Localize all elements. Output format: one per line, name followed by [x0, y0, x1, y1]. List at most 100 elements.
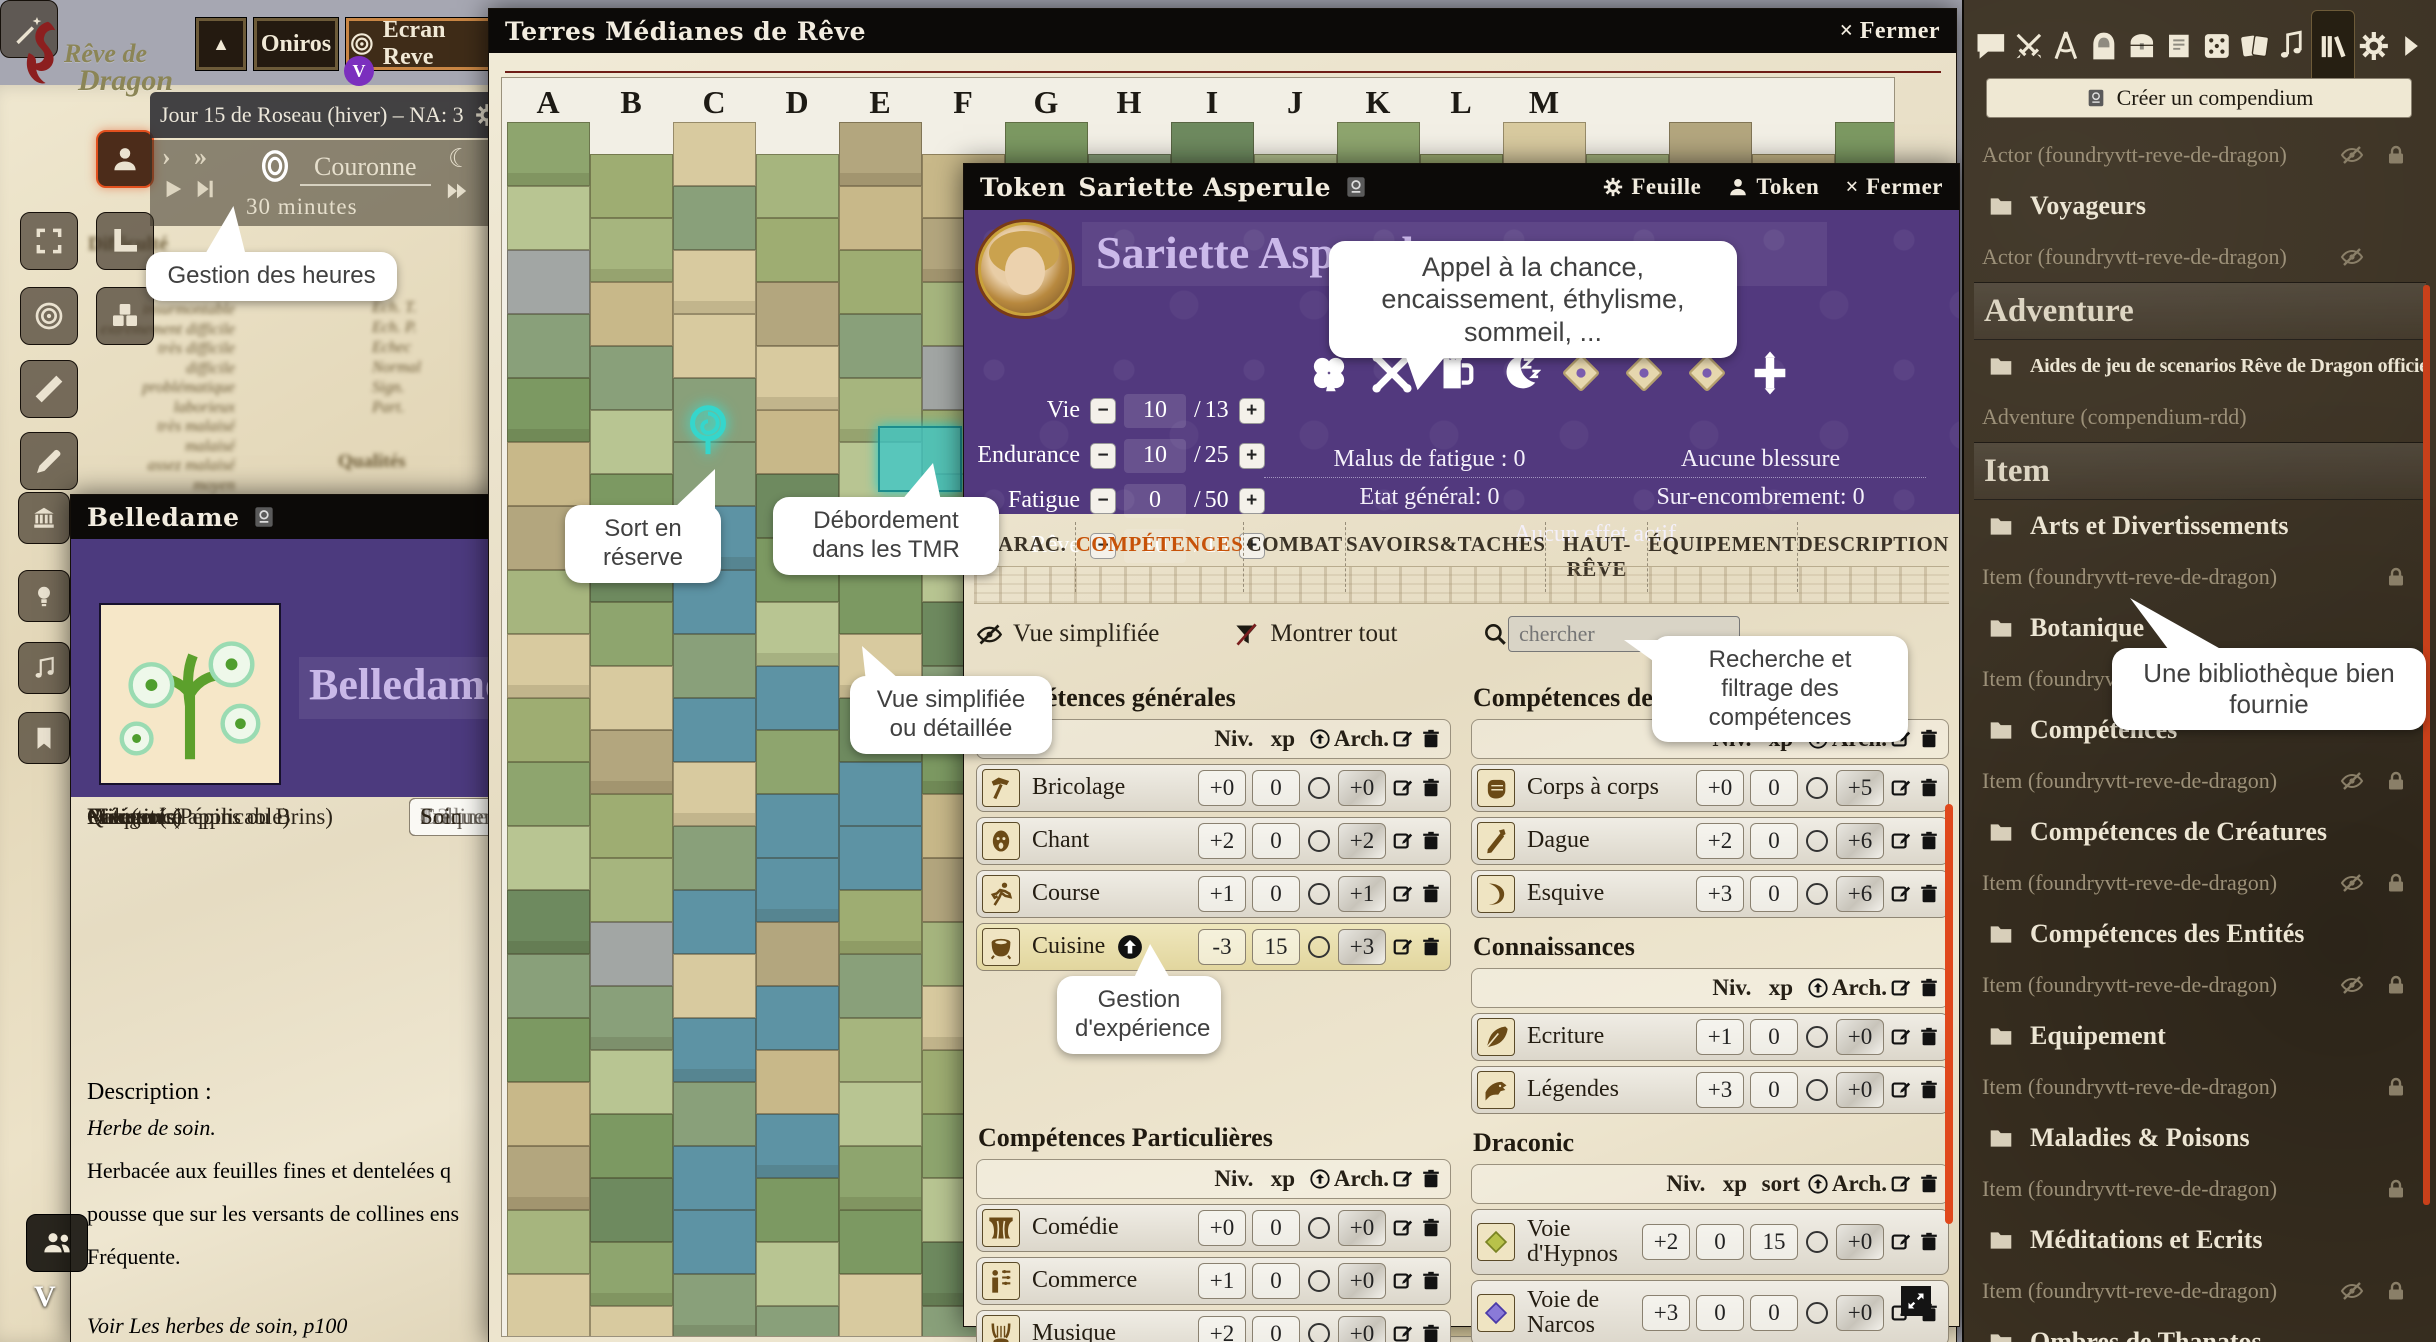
map-tile[interactable] — [590, 154, 673, 218]
map-tile[interactable] — [756, 1306, 839, 1337]
map-tile[interactable] — [756, 282, 839, 346]
stat-current-value[interactable]: 0 — [1124, 484, 1186, 518]
eye-slash-icon[interactable] — [2340, 769, 2364, 793]
xp-up-icon[interactable] — [1117, 934, 1143, 960]
map-tile[interactable] — [756, 858, 839, 922]
map-tile[interactable] — [756, 1242, 839, 1306]
skill-row[interactable]: Musique +2 0 +0 — [976, 1310, 1451, 1342]
map-tile[interactable] — [590, 218, 673, 282]
trash-icon[interactable] — [1918, 1173, 1940, 1195]
skill-row[interactable]: Voie de Narcos +3 0 0 +0 — [1471, 1280, 1949, 1342]
skill-xp-input[interactable]: 0 — [1252, 770, 1300, 806]
skill-row[interactable]: Dague +2 0 +6 — [1471, 817, 1949, 865]
skill-xp-input[interactable]: 0 — [1750, 876, 1798, 912]
trash-icon[interactable] — [1420, 830, 1442, 852]
edit-icon[interactable] — [1890, 830, 1912, 852]
map-tile[interactable] — [673, 634, 756, 698]
map-tile[interactable] — [839, 826, 922, 890]
edit-icon[interactable] — [1392, 728, 1414, 750]
map-tile[interactable] — [507, 1274, 590, 1337]
lock-icon[interactable] — [2384, 769, 2408, 793]
skill-row[interactable]: Chant +2 0 +2 — [976, 817, 1451, 865]
skill-row[interactable]: Comédie +0 0 +0 — [976, 1204, 1451, 1252]
music-icon[interactable] — [18, 642, 70, 694]
trash-icon[interactable] — [1420, 1270, 1442, 1292]
lock-icon[interactable] — [2384, 565, 2408, 589]
trash-icon[interactable] — [1420, 728, 1442, 750]
edit-icon[interactable] — [1890, 977, 1912, 999]
belledame-item-image[interactable] — [99, 603, 281, 785]
edit-icon[interactable] — [1392, 936, 1414, 958]
dice-icon[interactable] — [96, 287, 154, 345]
trash-icon[interactable] — [1420, 936, 1442, 958]
trash-icon[interactable] — [1918, 777, 1940, 799]
token-button[interactable]: Token — [1727, 174, 1819, 200]
oniros-button[interactable]: Oniros — [254, 18, 338, 70]
show-all-toggle[interactable]: Montrer tout — [1233, 620, 1397, 648]
measure-icon[interactable] — [20, 360, 78, 418]
map-tile[interactable] — [590, 1306, 673, 1337]
skill-niv-input[interactable]: +0 — [1198, 1210, 1246, 1246]
edit-icon[interactable] — [1890, 1079, 1912, 1101]
skill-roll-circle[interactable] — [1806, 1231, 1828, 1253]
trash-icon[interactable] — [1420, 1168, 1442, 1190]
skill-roll-circle[interactable] — [1308, 1270, 1330, 1292]
map-tile[interactable] — [673, 122, 756, 186]
skill-xp-input[interactable]: 0 — [1696, 1224, 1744, 1260]
skill-roll-circle[interactable] — [1308, 830, 1330, 852]
hood-icon[interactable] — [2085, 27, 2123, 65]
skill-roll-circle[interactable] — [1308, 777, 1330, 799]
compendium-folder[interactable]: Compétences des Entités — [1974, 908, 2426, 960]
tmr-close-button[interactable]: × Fermer — [1840, 18, 1940, 45]
map-tile[interactable] — [507, 314, 590, 378]
map-tile[interactable] — [756, 218, 839, 282]
skill-row[interactable]: Légendes +3 0 +0 — [1471, 1066, 1949, 1114]
view-toggle[interactable]: Vue simplifiée — [976, 620, 1159, 648]
resize-icon[interactable] — [1901, 1286, 1931, 1316]
eye-slash-icon[interactable] — [2340, 1279, 2364, 1303]
lock-icon[interactable] — [2384, 871, 2408, 895]
stat-plus-button[interactable]: + — [1239, 443, 1265, 469]
map-tile[interactable] — [590, 922, 673, 986]
sheet-config-button[interactable]: Feuille — [1602, 174, 1701, 200]
skill-niv-input[interactable]: +1 — [1198, 1263, 1246, 1299]
map-tile[interactable] — [839, 954, 922, 1018]
map-tile[interactable] — [507, 250, 590, 314]
lock-icon[interactable] — [2384, 1075, 2408, 1099]
dicetab-icon[interactable] — [2198, 27, 2236, 65]
calendar-bar[interactable]: Jour 15 de Roseau (hiver) – NA: 3 — [150, 92, 510, 138]
skill-roll-circle[interactable] — [1308, 1323, 1330, 1342]
map-tile[interactable] — [673, 1274, 756, 1337]
collapse-toolbar-button[interactable]: ▲ — [196, 18, 246, 70]
edit-icon[interactable] — [1890, 883, 1912, 905]
advance-medium-button[interactable]: » — [194, 142, 207, 172]
map-tile[interactable] — [673, 250, 756, 314]
map-tile[interactable] — [839, 1082, 922, 1146]
map-tile[interactable] — [507, 698, 590, 762]
edit-icon[interactable] — [1392, 1217, 1414, 1239]
map-tile[interactable] — [507, 1210, 590, 1274]
sheet-scrollbar[interactable] — [1945, 804, 1953, 1224]
lock-icon[interactable] — [2384, 1279, 2408, 1303]
skill-xp-input[interactable]: 0 — [1750, 770, 1798, 806]
stat-minus-button[interactable]: − — [1090, 398, 1116, 424]
map-tile[interactable] — [590, 1178, 673, 1242]
compendium-folder[interactable]: Arts et Divertissements — [1974, 500, 2426, 552]
map-tile[interactable] — [590, 986, 673, 1050]
skill-row[interactable]: Bricolage +0 0 +0 — [976, 764, 1451, 812]
map-tile[interactable] — [590, 1242, 673, 1306]
compendium-folder[interactable]: Maladies & Poisons — [1974, 1112, 2426, 1164]
map-tile[interactable] — [839, 314, 922, 378]
map-tile[interactable] — [756, 666, 839, 730]
trash-icon[interactable] — [1420, 883, 1442, 905]
belledame-item-window[interactable]: Belledame Belledame Niveau (s — [70, 494, 496, 1342]
trash-icon[interactable] — [1918, 977, 1940, 999]
compendium-folder[interactable]: Compétences de Créatures — [1974, 806, 2426, 858]
skill-niv-input[interactable]: +2 — [1198, 1316, 1246, 1342]
map-tile[interactable] — [507, 890, 590, 954]
map-tile[interactable] — [839, 122, 922, 186]
play-icon[interactable] — [162, 178, 184, 200]
actor-avatar[interactable] — [978, 222, 1072, 316]
map-tile[interactable] — [507, 1082, 590, 1146]
skill-niv-input[interactable]: +0 — [1198, 770, 1246, 806]
